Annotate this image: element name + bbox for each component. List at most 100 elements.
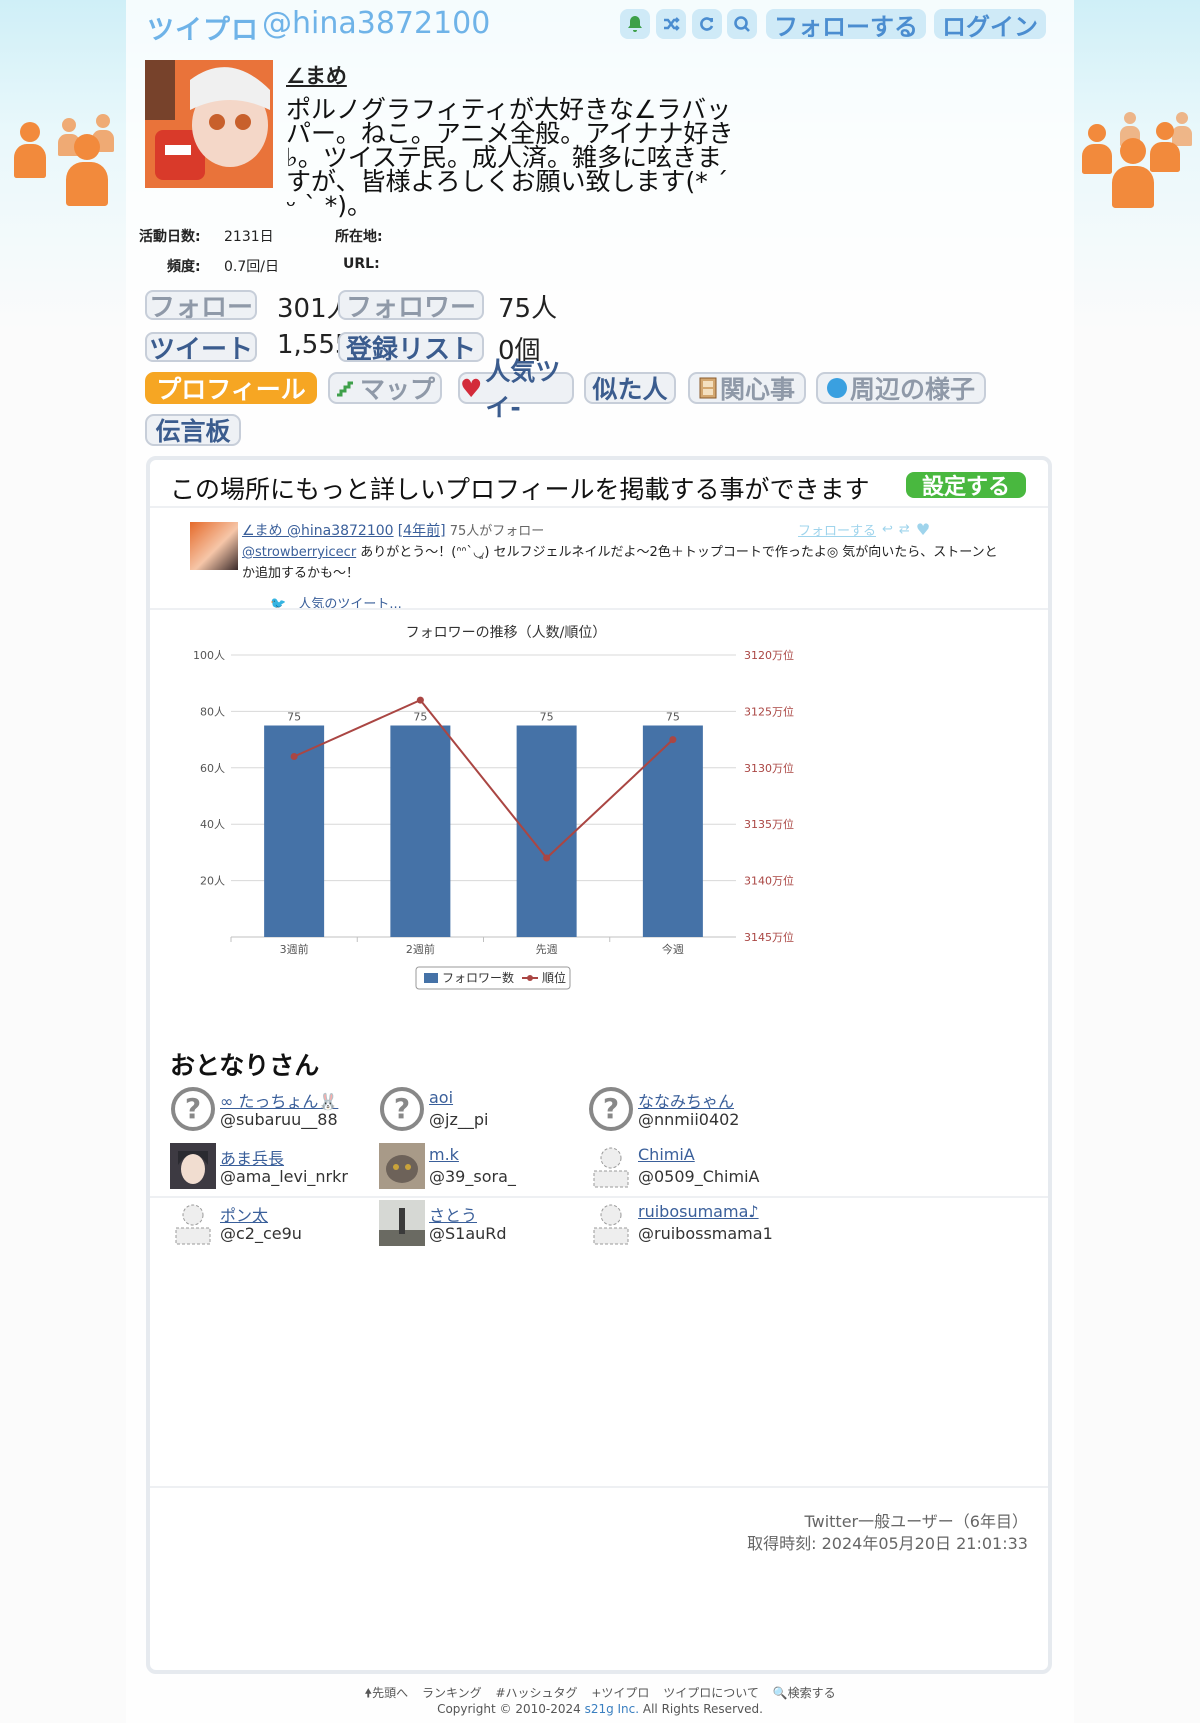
bar-data-label: 75 [287, 711, 301, 724]
tweet-follow-link[interactable]: フォローする [798, 520, 876, 539]
footer-link-ranking[interactable]: ランキング [422, 1686, 482, 1700]
tweet-mention-link[interactable]: @strowberryicecr [242, 545, 356, 560]
question-icon[interactable]: ? [170, 1086, 216, 1132]
list-count-button[interactable]: 登録リスト [338, 332, 484, 365]
main-column: ツイプロ @hina3872100 フォローする ログイン ∠まめ ポルノグラフ… [126, 0, 1074, 1723]
neighbors-title: おとなりさん [170, 1051, 320, 1080]
tab-interests-label: 関心事 [719, 375, 795, 404]
neighbor-name[interactable]: aoi [429, 1088, 453, 1107]
neighbor-item[interactable]: ? aoi @jz__pi [379, 1086, 599, 1136]
tab-profile[interactable]: プロフィール [145, 372, 317, 404]
chart-legend[interactable]: フォロワー数 順位 [415, 966, 571, 990]
tweet-author-link[interactable]: ∠まめ @hina3872100 [242, 523, 394, 539]
footer-link-search[interactable]: 🔍検索する [773, 1686, 836, 1700]
neighbor-item[interactable]: あま兵長 @ama_levi_nrkr [170, 1143, 390, 1193]
neighbor-item[interactable]: ? ∞ たっちょん🐰 @subaruu__88 [170, 1086, 390, 1136]
footer-link-about[interactable]: ツイプロについて [663, 1686, 759, 1700]
frequency-label: 頻度: [167, 259, 201, 275]
neighbor-name[interactable]: m.k [429, 1145, 459, 1164]
legend-rank: 順位 [542, 970, 566, 985]
svg-text:?: ? [185, 1092, 201, 1125]
follow-button[interactable]: フォローする [766, 9, 926, 41]
right-tick-label: 3140万位 [744, 874, 794, 888]
login-button[interactable]: ログイン [934, 9, 1046, 41]
neighbor-item[interactable]: ruibosumama♪ @ruibossmama1 [588, 1200, 808, 1250]
site-logo[interactable]: ツイプロ [147, 8, 259, 47]
map-icon [336, 381, 353, 397]
bell-icon[interactable] [620, 9, 650, 39]
neighbor-item[interactable]: m.k @39_sora_ [379, 1143, 599, 1193]
company-link[interactable]: s21g Inc. [585, 1702, 640, 1716]
default-person-icon[interactable] [588, 1200, 634, 1246]
neighbor-avatar[interactable] [379, 1143, 425, 1189]
footer-link-hashtag[interactable]: #ハッシュタグ [495, 1686, 577, 1700]
neighbor-name[interactable]: さとう [429, 1202, 477, 1226]
footer-link-top[interactable]: 🠝先頭へ [364, 1686, 408, 1700]
tab-similar[interactable]: 似た人 [584, 372, 676, 404]
neighbor-name[interactable]: あま兵長 [220, 1145, 284, 1169]
left-tick-label: 60人 [200, 762, 225, 775]
refresh-icon[interactable] [692, 9, 722, 39]
tweet-count-button[interactable]: ツイート [145, 332, 257, 365]
shuffle-icon[interactable] [656, 9, 686, 39]
tab-map[interactable]: マップ [328, 372, 442, 404]
page-handle: @hina3872100 [262, 6, 491, 41]
right-tick-label: 3145万位 [744, 930, 794, 944]
follower-count-button[interactable]: フォロワー [338, 290, 484, 323]
question-icon[interactable]: ? [379, 1086, 425, 1132]
neighbor-name[interactable]: ∞ たっちょん🐰 [220, 1088, 338, 1112]
neighbor-name[interactable]: ななみちゃん [638, 1088, 734, 1112]
neighbor-item[interactable]: さとう @S1auRd [379, 1200, 599, 1250]
default-person-icon[interactable] [588, 1143, 634, 1189]
neighbor-screen-name: @0509_ChimiA [638, 1167, 760, 1186]
left-tick-label: 20人 [200, 875, 225, 888]
active-days-label: 活動日数: [139, 229, 201, 245]
tweet-age-link[interactable]: [4年前] [398, 523, 446, 539]
neighbor-item[interactable]: ? ななみちゃん @nnmii0402 [588, 1086, 808, 1136]
user-type: Twitter一般ユーザー（6年目） [804, 1512, 1029, 1531]
content-panel: この場所にもっと詳しいプロフィールを掲載する事ができます 設定する ∠まめ @h… [146, 456, 1052, 1674]
right-tick-label: 3125万位 [744, 704, 794, 718]
rank-point [290, 753, 298, 761]
retweet-icon[interactable]: ⇄ [899, 522, 910, 537]
tweet-avatar[interactable] [190, 522, 238, 570]
default-person-icon[interactable] [170, 1200, 216, 1246]
reply-icon[interactable]: ↩ [882, 522, 893, 537]
divider [150, 1486, 1048, 1488]
neighbor-item[interactable]: ChimiA @0509_ChimiA [588, 1143, 808, 1193]
profile-name[interactable]: ∠まめ [286, 60, 347, 90]
active-days-value: 2131日 [224, 229, 274, 245]
rank-point [543, 854, 551, 862]
svg-text:?: ? [394, 1092, 410, 1125]
follow-count-button[interactable]: フォロー [145, 290, 257, 323]
left-tick-label: 40人 [200, 818, 225, 831]
neighbor-avatar[interactable] [170, 1143, 216, 1189]
copyright: Copyright © 2010-2024 s21g Inc. All Righ… [126, 1702, 1074, 1716]
search-icon[interactable] [727, 9, 757, 39]
divider [150, 1196, 1048, 1198]
location-label: 所在地: [335, 229, 383, 245]
footer-link-plus[interactable]: +ツイプロ [591, 1686, 649, 1700]
setup-button[interactable]: 設定する [906, 472, 1026, 500]
neighbor-screen-name: @S1auRd [429, 1224, 507, 1243]
neighbor-item[interactable]: ポン太 @c2_ce9u [170, 1200, 390, 1250]
neighbor-name[interactable]: ChimiA [638, 1145, 695, 1164]
tab-message-board[interactable]: 伝言板 [145, 414, 241, 446]
neighbor-name[interactable]: ポン太 [220, 1202, 268, 1226]
tweet-header: ∠まめ @hina3872100 [4年前] 75人がフォロー [242, 520, 544, 540]
profile-avatar [145, 60, 273, 188]
neighbor-screen-name: @39_sora_ [429, 1167, 516, 1186]
tab-popular-label: 人気ツイ- [485, 357, 561, 422]
tab-surroundings[interactable]: 周辺の様子 [816, 372, 986, 404]
tab-interests[interactable]: 関心事 [688, 372, 806, 404]
x-tick-label: 今週 [662, 942, 684, 956]
fetched-time: 取得時刻: 2024年05月20日 21:01:33 [747, 1534, 1028, 1553]
like-icon[interactable]: ♥ [916, 520, 930, 539]
question-icon[interactable]: ? [588, 1086, 634, 1132]
globe-icon [826, 378, 847, 398]
tab-popular-tweets[interactable]: ♥ 人気ツイ- [458, 357, 574, 422]
neighbor-screen-name: @jz__pi [429, 1110, 489, 1129]
copyright-prefix: Copyright © 2010-2024 [437, 1702, 585, 1716]
neighbor-name[interactable]: ruibosumama♪ [638, 1202, 759, 1221]
neighbor-avatar[interactable] [379, 1200, 425, 1246]
